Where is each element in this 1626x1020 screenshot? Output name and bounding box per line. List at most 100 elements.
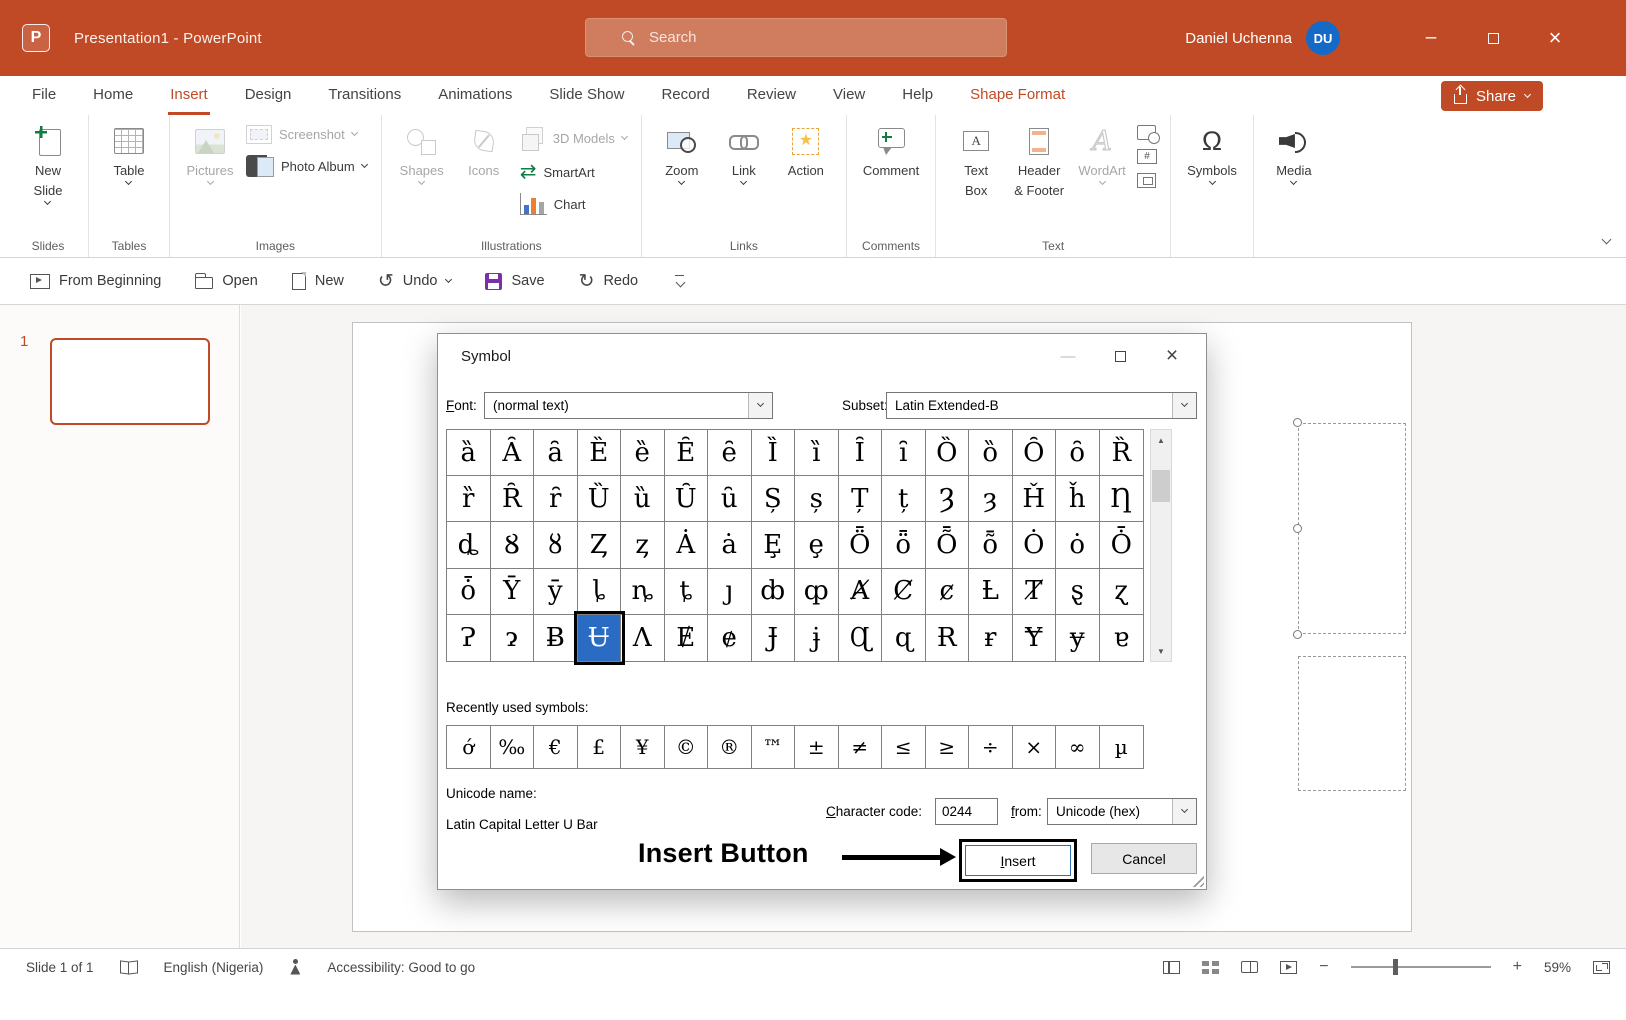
symbol-cell[interactable]: ȩ bbox=[795, 522, 839, 568]
symbol-cell[interactable]: Ș bbox=[752, 476, 796, 522]
proofing-icon[interactable] bbox=[120, 961, 138, 973]
character-code-input[interactable] bbox=[935, 798, 998, 825]
header-footer-button[interactable]: Header& Footer bbox=[1007, 117, 1071, 200]
open-button[interactable]: Open bbox=[195, 273, 257, 289]
zoom-slider[interactable] bbox=[1351, 966, 1491, 969]
content-placeholder[interactable] bbox=[1298, 656, 1406, 791]
dialog-close-button[interactable]: × bbox=[1146, 334, 1198, 378]
symbol-cell[interactable]: ȼ bbox=[926, 569, 970, 615]
resize-handle[interactable] bbox=[1293, 418, 1302, 427]
symbol-cell[interactable]: ȁ bbox=[447, 430, 491, 476]
symbol-cell[interactable]: Ȝ bbox=[926, 476, 970, 522]
symbol-cell[interactable]: Ȋ bbox=[839, 430, 883, 476]
symbol-cell[interactable]: Ɂ bbox=[447, 615, 491, 661]
symbol-cell[interactable]: ȯ bbox=[1056, 522, 1100, 568]
recent-symbol-cell[interactable]: ≥ bbox=[926, 726, 970, 768]
symbol-cell[interactable]: ȹ bbox=[795, 569, 839, 615]
tab-file[interactable]: File bbox=[30, 76, 58, 115]
search-box[interactable] bbox=[585, 18, 1007, 57]
icons-button[interactable]: Icons bbox=[453, 117, 515, 180]
recent-symbol-cell[interactable]: × bbox=[1013, 726, 1057, 768]
insert-button[interactable]: Insert bbox=[965, 845, 1071, 876]
dropdown-button[interactable] bbox=[1172, 799, 1196, 824]
symbol-cell[interactable]: Ȑ bbox=[1100, 430, 1144, 476]
zoom-in-button[interactable]: + bbox=[1513, 959, 1522, 975]
tab-insert[interactable]: Insert bbox=[168, 76, 210, 115]
symbol-cell[interactable]: Ȍ bbox=[926, 430, 970, 476]
tab-animations[interactable]: Animations bbox=[436, 76, 514, 115]
symbol-cell[interactable]: ɐ bbox=[1100, 615, 1144, 661]
zoom-level[interactable]: 59% bbox=[1544, 960, 1571, 975]
chart-button[interactable]: Chart bbox=[515, 191, 632, 217]
symbol-cell[interactable]: Ƀ bbox=[534, 615, 578, 661]
symbol-cell[interactable]: ȿ bbox=[1056, 569, 1100, 615]
recent-symbol-cell[interactable]: ™ bbox=[752, 726, 796, 768]
from-dropdown[interactable]: Unicode (hex) bbox=[1047, 798, 1197, 825]
scrollbar-thumb[interactable] bbox=[1152, 470, 1170, 502]
resize-handle[interactable] bbox=[1293, 630, 1302, 639]
wordart-button[interactable]: A WordArt bbox=[1071, 117, 1133, 184]
tab-shape-format[interactable]: Shape Format bbox=[968, 76, 1067, 115]
slideshow-view-button[interactable] bbox=[1280, 961, 1297, 974]
symbol-cell[interactable]: ȟ bbox=[1056, 476, 1100, 522]
recent-symbol-cell[interactable]: £ bbox=[578, 726, 622, 768]
symbol-cell[interactable]: Ȉ bbox=[752, 430, 796, 476]
symbol-cell[interactable]: Ȃ bbox=[491, 430, 535, 476]
tab-review[interactable]: Review bbox=[745, 76, 798, 115]
tab-help[interactable]: Help bbox=[900, 76, 935, 115]
slide-sorter-view-button[interactable] bbox=[1202, 961, 1219, 974]
avatar[interactable]: DU bbox=[1306, 21, 1340, 55]
new-slide-button[interactable]: NewSlide bbox=[17, 117, 79, 204]
symbol-cell[interactable]: Ȓ bbox=[491, 476, 535, 522]
recent-symbol-cell[interactable]: ÷ bbox=[969, 726, 1013, 768]
dialog-maximize-button[interactable] bbox=[1094, 334, 1146, 378]
symbol-cell[interactable]: Ȅ bbox=[578, 430, 622, 476]
symbol-cell[interactable]: ș bbox=[795, 476, 839, 522]
object-button[interactable] bbox=[1137, 173, 1156, 188]
symbol-cell[interactable]: ɂ bbox=[491, 615, 535, 661]
symbol-cell[interactable]: Ȳ bbox=[491, 569, 535, 615]
symbol-cell[interactable]: Ɋ bbox=[839, 615, 883, 661]
symbol-cell[interactable]: ȡ bbox=[447, 522, 491, 568]
zoom-button[interactable]: Zoom bbox=[651, 117, 713, 184]
undo-button[interactable]: ↺ Undo bbox=[378, 272, 452, 291]
symbol-cell[interactable]: ȏ bbox=[1056, 430, 1100, 476]
table-button[interactable]: Table bbox=[98, 117, 160, 184]
recent-symbol-cell[interactable]: ¥ bbox=[621, 726, 665, 768]
symbol-cell[interactable]: ȅ bbox=[621, 430, 665, 476]
symbol-cell[interactable]: ȧ bbox=[708, 522, 752, 568]
dialog-minimize-button[interactable]: — bbox=[1042, 334, 1094, 378]
symbol-cell[interactable]: ȓ bbox=[534, 476, 578, 522]
symbol-cell[interactable]: Ȕ bbox=[578, 476, 622, 522]
font-dropdown[interactable]: (normal text) bbox=[484, 392, 773, 419]
symbol-cell[interactable]: Ɍ bbox=[926, 615, 970, 661]
photo-album-button[interactable]: Photo Album bbox=[241, 153, 372, 179]
symbol-cell[interactable]: ȍ bbox=[969, 430, 1013, 476]
symbol-cell[interactable]: ȫ bbox=[882, 522, 926, 568]
tab-transitions[interactable]: Transitions bbox=[326, 76, 403, 115]
symbol-cell[interactable]: ɉ bbox=[795, 615, 839, 661]
media-button[interactable]: Media bbox=[1263, 117, 1325, 184]
symbol-cell[interactable]: Ȭ bbox=[926, 522, 970, 568]
recent-symbol-cell[interactable]: ≤ bbox=[882, 726, 926, 768]
zoom-out-button[interactable]: − bbox=[1319, 959, 1328, 975]
text-box-button[interactable]: A TextBox bbox=[945, 117, 1007, 200]
recent-symbol-cell[interactable]: ± bbox=[795, 726, 839, 768]
accessibility-icon[interactable] bbox=[289, 959, 301, 976]
symbol-cell[interactable]: ȇ bbox=[708, 430, 752, 476]
symbol-cell[interactable]: Ȗ bbox=[665, 476, 709, 522]
shapes-button[interactable]: Shapes bbox=[391, 117, 453, 184]
collapse-ribbon-button[interactable] bbox=[1603, 230, 1610, 248]
symbol-cell[interactable]: Ȧ bbox=[665, 522, 709, 568]
symbol-cell[interactable]: Ȟ bbox=[1013, 476, 1057, 522]
subset-dropdown[interactable]: Latin Extended-B bbox=[886, 392, 1197, 419]
scroll-down-button[interactable]: ▼ bbox=[1151, 641, 1171, 661]
symbol-cell[interactable]: Ȇ bbox=[665, 430, 709, 476]
symbol-cell[interactable]: ȗ bbox=[708, 476, 752, 522]
symbol-cell[interactable]: ȷ bbox=[708, 569, 752, 615]
symbol-cell[interactable]: Ȩ bbox=[752, 522, 796, 568]
smartart-button[interactable]: ⇄ SmartArt bbox=[515, 160, 632, 184]
pictures-button[interactable]: Pictures bbox=[179, 117, 241, 184]
symbol-cell[interactable]: ȵ bbox=[621, 569, 665, 615]
symbol-cell[interactable]: ȕ bbox=[621, 476, 665, 522]
